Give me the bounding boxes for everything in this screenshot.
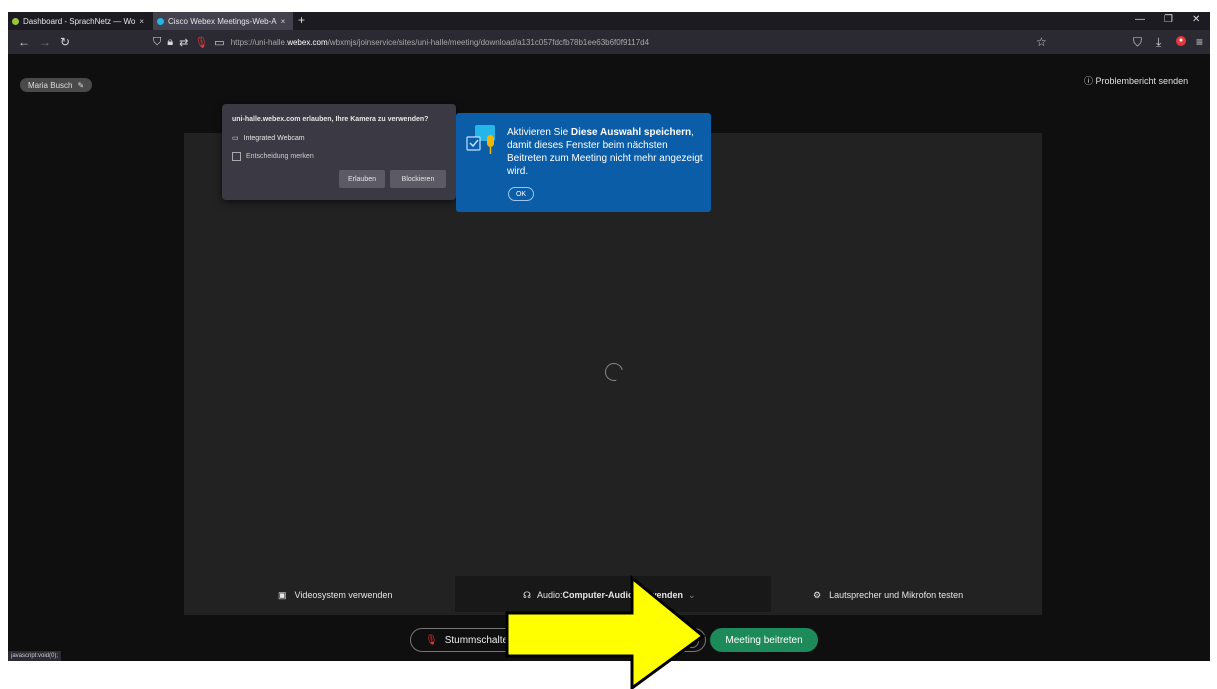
arrow-shape bbox=[505, 574, 706, 689]
yellow-arrow-annotation bbox=[505, 574, 706, 689]
